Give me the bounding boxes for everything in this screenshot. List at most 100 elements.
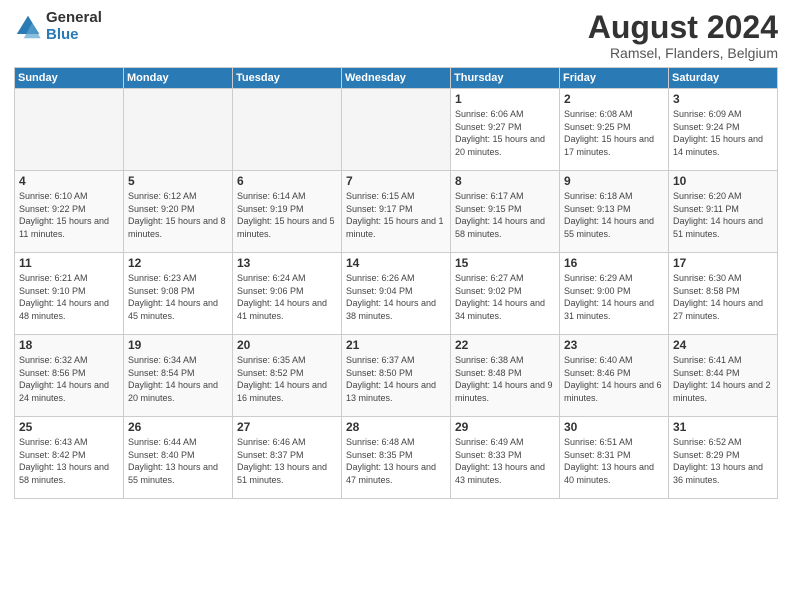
- calendar-cell-0-1: [124, 89, 233, 171]
- page-subtitle: Ramsel, Flanders, Belgium: [588, 45, 778, 61]
- day-info: Sunrise: 6:51 AMSunset: 8:31 PMDaylight:…: [564, 436, 664, 486]
- day-number: 3: [673, 92, 773, 106]
- day-info: Sunrise: 6:15 AMSunset: 9:17 PMDaylight:…: [346, 190, 446, 240]
- day-number: 21: [346, 338, 446, 352]
- calendar-cell-3-0: 18 Sunrise: 6:32 AMSunset: 8:56 PMDayligh…: [15, 335, 124, 417]
- day-number: 27: [237, 420, 337, 434]
- day-info: Sunrise: 6:34 AMSunset: 8:54 PMDaylight:…: [128, 354, 228, 404]
- day-number: 11: [19, 256, 119, 270]
- day-number: 20: [237, 338, 337, 352]
- day-number: 16: [564, 256, 664, 270]
- day-info: Sunrise: 6:43 AMSunset: 8:42 PMDaylight:…: [19, 436, 119, 486]
- day-number: 1: [455, 92, 555, 106]
- calendar-cell-0-6: 3 Sunrise: 6:09 AMSunset: 9:24 PMDaylight…: [669, 89, 778, 171]
- day-number: 26: [128, 420, 228, 434]
- day-number: 31: [673, 420, 773, 434]
- day-number: 22: [455, 338, 555, 352]
- calendar-cell-4-5: 30 Sunrise: 6:51 AMSunset: 8:31 PMDayligh…: [560, 417, 669, 499]
- day-info: Sunrise: 6:30 AMSunset: 8:58 PMDaylight:…: [673, 272, 773, 322]
- day-info: Sunrise: 6:26 AMSunset: 9:04 PMDaylight:…: [346, 272, 446, 322]
- day-number: 14: [346, 256, 446, 270]
- calendar-cell-4-1: 26 Sunrise: 6:44 AMSunset: 8:40 PMDayligh…: [124, 417, 233, 499]
- calendar-cell-3-5: 23 Sunrise: 6:40 AMSunset: 8:46 PMDayligh…: [560, 335, 669, 417]
- day-number: 10: [673, 174, 773, 188]
- logo-text: General Blue: [46, 10, 102, 43]
- day-info: Sunrise: 6:29 AMSunset: 9:00 PMDaylight:…: [564, 272, 664, 322]
- day-info: Sunrise: 6:49 AMSunset: 8:33 PMDaylight:…: [455, 436, 555, 486]
- calendar-cell-1-3: 7Sunrise: 6:15 AMSunset: 9:17 PMDaylight…: [342, 171, 451, 253]
- day-info: Sunrise: 6:12 AMSunset: 9:20 PMDaylight:…: [128, 190, 228, 240]
- calendar-cell-4-0: 25 Sunrise: 6:43 AMSunset: 8:42 PMDayligh…: [15, 417, 124, 499]
- day-number: 30: [564, 420, 664, 434]
- calendar-cell-0-4: 1 Sunrise: 6:06 AMSunset: 9:27 PMDaylight…: [451, 89, 560, 171]
- col-sunday: Sunday: [15, 68, 124, 89]
- day-number: 18: [19, 338, 119, 352]
- calendar-cell-4-2: 27 Sunrise: 6:46 AMSunset: 8:37 PMDayligh…: [233, 417, 342, 499]
- page-header: General Blue August 2024 Ramsel, Flander…: [14, 10, 778, 61]
- day-info: Sunrise: 6:06 AMSunset: 9:27 PMDaylight:…: [455, 108, 555, 158]
- day-info: Sunrise: 6:52 AMSunset: 8:29 PMDaylight:…: [673, 436, 773, 486]
- calendar-cell-2-2: 13Sunrise: 6:24 AMSunset: 9:06 PMDayligh…: [233, 253, 342, 335]
- logo: General Blue: [14, 10, 102, 43]
- calendar-cell-1-0: 4 Sunrise: 6:10 AMSunset: 9:22 PMDaylight…: [15, 171, 124, 253]
- calendar-cell-4-4: 29 Sunrise: 6:49 AMSunset: 8:33 PMDayligh…: [451, 417, 560, 499]
- day-info: Sunrise: 6:10 AMSunset: 9:22 PMDaylight:…: [19, 190, 119, 240]
- day-number: 28: [346, 420, 446, 434]
- day-info: Sunrise: 6:41 AMSunset: 8:44 PMDaylight:…: [673, 354, 773, 404]
- day-number: 29: [455, 420, 555, 434]
- day-number: 9: [564, 174, 664, 188]
- day-number: 13: [237, 256, 337, 270]
- week-row-2: 4 Sunrise: 6:10 AMSunset: 9:22 PMDaylight…: [15, 171, 778, 253]
- calendar-cell-0-2: [233, 89, 342, 171]
- day-info: Sunrise: 6:21 AMSunset: 9:10 PMDaylight:…: [19, 272, 119, 322]
- col-monday: Monday: [124, 68, 233, 89]
- day-info: Sunrise: 6:35 AMSunset: 8:52 PMDaylight:…: [237, 354, 337, 404]
- day-info: Sunrise: 6:46 AMSunset: 8:37 PMDaylight:…: [237, 436, 337, 486]
- calendar-cell-2-4: 15Sunrise: 6:27 AMSunset: 9:02 PMDayligh…: [451, 253, 560, 335]
- logo-general-text: General: [46, 10, 102, 27]
- col-saturday: Saturday: [669, 68, 778, 89]
- day-number: 24: [673, 338, 773, 352]
- day-number: 19: [128, 338, 228, 352]
- calendar-cell-3-6: 24 Sunrise: 6:41 AMSunset: 8:44 PMDayligh…: [669, 335, 778, 417]
- calendar-cell-2-1: 12 Sunrise: 6:23 AMSunset: 9:08 PMDayligh…: [124, 253, 233, 335]
- day-info: Sunrise: 6:40 AMSunset: 8:46 PMDaylight:…: [564, 354, 664, 404]
- col-wednesday: Wednesday: [342, 68, 451, 89]
- day-number: 17: [673, 256, 773, 270]
- day-number: 4: [19, 174, 119, 188]
- day-number: 6: [237, 174, 337, 188]
- page-title: August 2024: [588, 10, 778, 45]
- calendar-cell-0-5: 2Sunrise: 6:08 AMSunset: 9:25 PMDaylight…: [560, 89, 669, 171]
- day-info: Sunrise: 6:17 AMSunset: 9:15 PMDaylight:…: [455, 190, 555, 240]
- day-info: Sunrise: 6:38 AMSunset: 8:48 PMDaylight:…: [455, 354, 555, 404]
- calendar-cell-1-6: 10Sunrise: 6:20 AMSunset: 9:11 PMDayligh…: [669, 171, 778, 253]
- day-info: Sunrise: 6:48 AMSunset: 8:35 PMDaylight:…: [346, 436, 446, 486]
- calendar-cell-1-2: 6 Sunrise: 6:14 AMSunset: 9:19 PMDaylight…: [233, 171, 342, 253]
- calendar-cell-3-2: 20 Sunrise: 6:35 AMSunset: 8:52 PMDayligh…: [233, 335, 342, 417]
- calendar-cell-0-0: [15, 89, 124, 171]
- calendar-cell-1-1: 5Sunrise: 6:12 AMSunset: 9:20 PMDaylight…: [124, 171, 233, 253]
- calendar-cell-4-6: 31 Sunrise: 6:52 AMSunset: 8:29 PMDayligh…: [669, 417, 778, 499]
- col-friday: Friday: [560, 68, 669, 89]
- day-number: 15: [455, 256, 555, 270]
- calendar-cell-3-4: 22 Sunrise: 6:38 AMSunset: 8:48 PMDayligh…: [451, 335, 560, 417]
- day-info: Sunrise: 6:23 AMSunset: 9:08 PMDaylight:…: [128, 272, 228, 322]
- day-info: Sunrise: 6:14 AMSunset: 9:19 PMDaylight:…: [237, 190, 337, 240]
- day-number: 12: [128, 256, 228, 270]
- calendar-cell-3-3: 21Sunrise: 6:37 AMSunset: 8:50 PMDayligh…: [342, 335, 451, 417]
- day-info: Sunrise: 6:08 AMSunset: 9:25 PMDaylight:…: [564, 108, 664, 158]
- day-number: 25: [19, 420, 119, 434]
- logo-blue-text: Blue: [46, 27, 102, 44]
- day-info: Sunrise: 6:44 AMSunset: 8:40 PMDaylight:…: [128, 436, 228, 486]
- calendar-cell-4-3: 28 Sunrise: 6:48 AMSunset: 8:35 PMDayligh…: [342, 417, 451, 499]
- calendar-cell-1-4: 8Sunrise: 6:17 AMSunset: 9:15 PMDaylight…: [451, 171, 560, 253]
- week-row-4: 18 Sunrise: 6:32 AMSunset: 8:56 PMDayligh…: [15, 335, 778, 417]
- calendar-cell-2-6: 17 Sunrise: 6:30 AMSunset: 8:58 PMDayligh…: [669, 253, 778, 335]
- col-thursday: Thursday: [451, 68, 560, 89]
- col-tuesday: Tuesday: [233, 68, 342, 89]
- day-info: Sunrise: 6:18 AMSunset: 9:13 PMDaylight:…: [564, 190, 664, 240]
- day-info: Sunrise: 6:32 AMSunset: 8:56 PMDaylight:…: [19, 354, 119, 404]
- day-number: 23: [564, 338, 664, 352]
- calendar-table: Sunday Monday Tuesday Wednesday Thursday…: [14, 67, 778, 499]
- day-info: Sunrise: 6:09 AMSunset: 9:24 PMDaylight:…: [673, 108, 773, 158]
